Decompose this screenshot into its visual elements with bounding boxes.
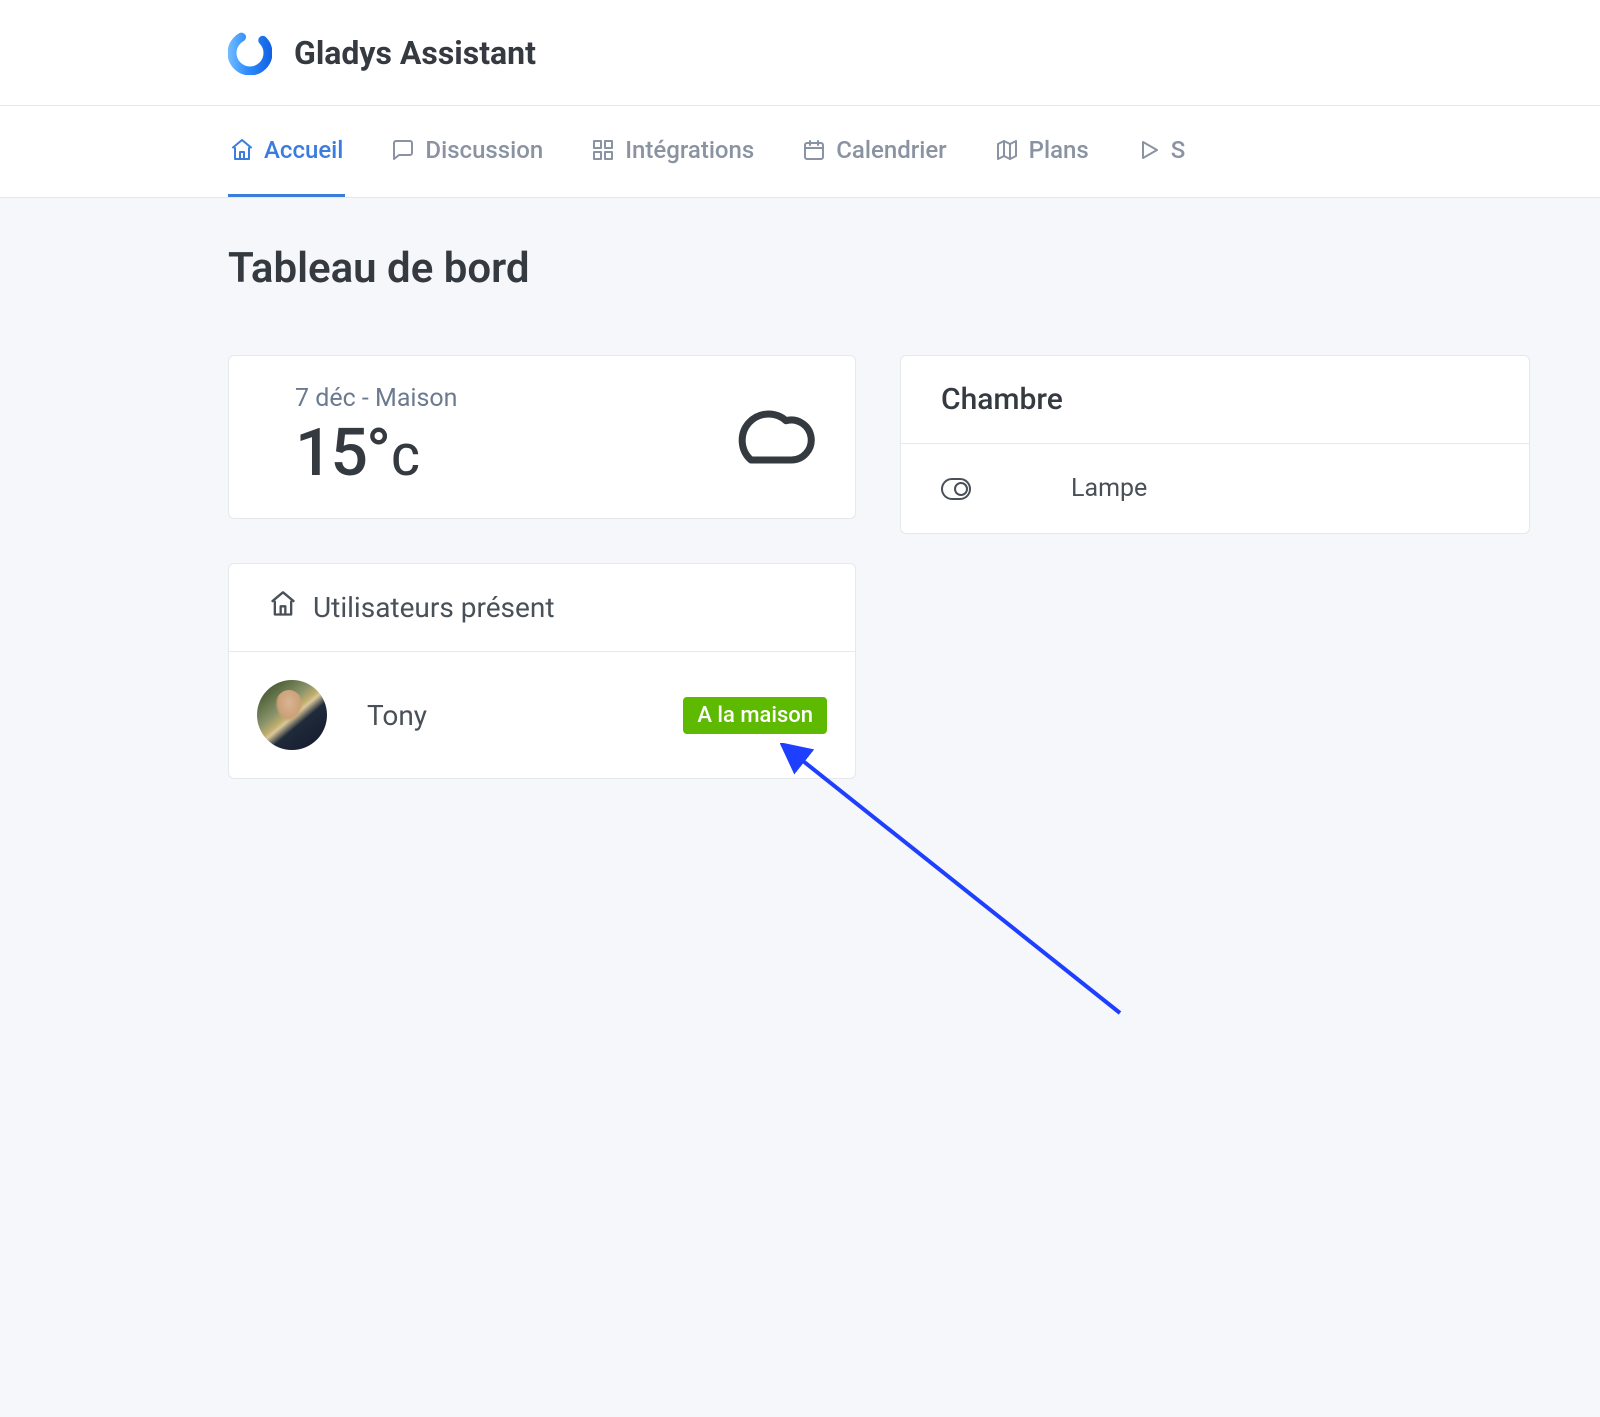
- users-card-title: Utilisateurs présent: [313, 591, 554, 624]
- nav-label: Plans: [1029, 136, 1089, 164]
- nav-plans[interactable]: Plans: [993, 106, 1091, 197]
- app-logo: [228, 31, 272, 75]
- status-badge: A la maison: [683, 697, 827, 734]
- nav-label: Accueil: [264, 136, 343, 164]
- nav-integrations[interactable]: Intégrations: [589, 106, 756, 197]
- calendar-icon: [802, 138, 826, 162]
- users-card-header: Utilisateurs présent: [229, 564, 855, 652]
- cloud-icon: [719, 402, 815, 474]
- grid-icon: [591, 138, 615, 162]
- home-icon: [269, 590, 297, 625]
- avatar: [257, 680, 327, 750]
- nav-scenes[interactable]: S: [1135, 106, 1188, 197]
- nav-label: Calendrier: [836, 136, 946, 164]
- home-icon: [230, 138, 254, 162]
- message-icon: [391, 138, 415, 162]
- play-icon: [1137, 138, 1161, 162]
- brand-title: Gladys Assistant: [294, 34, 536, 72]
- main-content: Tableau de bord 7 déc - Maison 15°C: [0, 198, 1600, 1417]
- weather-card: 7 déc - Maison 15°C: [228, 355, 856, 519]
- dashboard-cards: 7 déc - Maison 15°C: [228, 355, 1600, 779]
- page-title: Tableau de bord: [228, 244, 1600, 293]
- map-icon: [995, 138, 1019, 162]
- nav-discussion[interactable]: Discussion: [389, 106, 545, 197]
- temperature-value: 15°: [295, 415, 389, 492]
- nav-label: Discussion: [425, 136, 543, 164]
- weather-temperature: 15°C: [295, 415, 457, 492]
- device-label: Lampe: [1071, 474, 1147, 503]
- user-row: Tony A la maison: [229, 652, 855, 778]
- main-nav: Accueil Discussion Intégrations Calendri…: [0, 106, 1600, 198]
- toggle-icon[interactable]: [941, 478, 971, 500]
- annotation-arrow: [780, 743, 1140, 1023]
- nav-label: Intégrations: [625, 136, 754, 164]
- room-title: Chambre: [901, 356, 1529, 444]
- room-card: Chambre Lampe: [900, 355, 1530, 534]
- temperature-unit: C: [391, 434, 420, 486]
- user-name: Tony: [367, 699, 643, 732]
- app-header: Gladys Assistant: [0, 0, 1600, 106]
- nav-home[interactable]: Accueil: [228, 106, 345, 197]
- nav-label: S: [1171, 136, 1186, 164]
- weather-date-location: 7 déc - Maison: [295, 384, 457, 413]
- users-present-card: Utilisateurs présent Tony A la maison: [228, 563, 856, 779]
- nav-calendar[interactable]: Calendrier: [800, 106, 948, 197]
